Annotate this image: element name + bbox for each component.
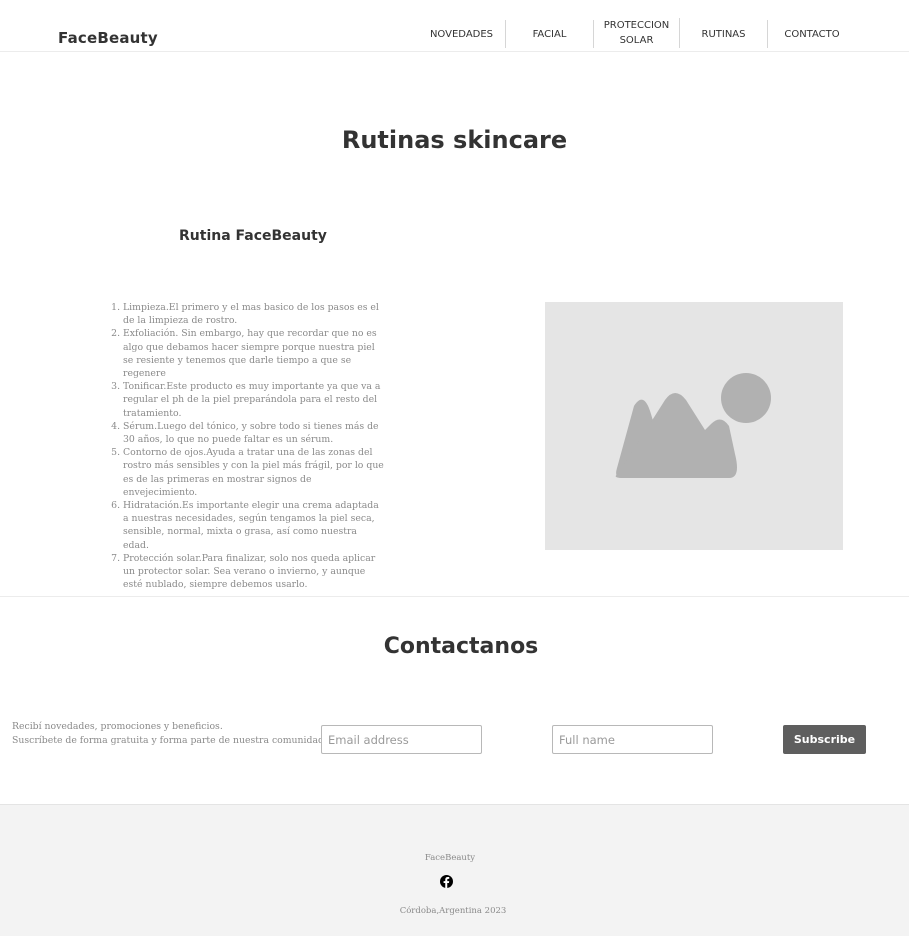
facebook-icon[interactable] <box>440 875 453 888</box>
site-header: FaceBeauty NOVEDADES FACIAL PROTECCION S… <box>0 0 909 52</box>
nav-item-proteccion-solar[interactable]: PROTECCION SOLAR <box>594 18 680 48</box>
footer-brand: FaceBeauty <box>424 853 476 863</box>
list-item: Limpieza.El primero y el mas basico de l… <box>123 301 385 327</box>
email-field[interactable] <box>321 725 482 754</box>
subscribe-button[interactable]: Subscribe <box>783 725 866 754</box>
list-item: Protección solar.Para finalizar, solo no… <box>123 552 385 592</box>
nav-item-novedades[interactable]: NOVEDADES <box>418 20 506 48</box>
contact-title: Contactanos <box>383 634 539 659</box>
routine-heading: Rutina FaceBeauty <box>179 228 327 244</box>
nav-item-rutinas[interactable]: RUTINAS <box>680 20 768 48</box>
promo-line: Recibí novedades, promociones y benefici… <box>12 721 223 732</box>
footer-location: Córdoba,Argentina 2023 <box>399 906 507 916</box>
site-footer: FaceBeauty Córdoba,Argentina 2023 <box>0 804 909 936</box>
nav-item-facial[interactable]: FACIAL <box>506 20 594 48</box>
image-placeholder-icon <box>615 373 771 478</box>
full-name-field[interactable] <box>552 725 713 754</box>
list-item: Contorno de ojos.Ayuda a tratar una de l… <box>123 446 385 499</box>
section-divider <box>0 596 909 597</box>
list-item: Exfoliación. Sin embargo, hay que record… <box>123 327 385 380</box>
promo-line: Suscríbete de forma gratuita y forma par… <box>12 734 327 746</box>
page-title: Rutinas skincare <box>341 126 568 154</box>
routine-image <box>545 302 843 550</box>
list-item: Tonificar.Este producto es muy important… <box>123 380 385 420</box>
list-item: Sérum.Luego del tónico, y sobre todo si … <box>123 420 385 446</box>
main-nav: NOVEDADES FACIAL PROTECCION SOLAR RUTINA… <box>418 18 856 48</box>
brand-logo[interactable]: FaceBeauty <box>58 29 158 47</box>
routine-steps-list: Limpieza.El primero y el mas basico de l… <box>123 301 385 591</box>
list-item: Hidratación.Es importante elegir una cre… <box>123 499 385 552</box>
newsletter-promo: Recibí novedades, promociones y benefici… <box>12 720 327 747</box>
nav-item-contacto[interactable]: CONTACTO <box>768 20 856 48</box>
